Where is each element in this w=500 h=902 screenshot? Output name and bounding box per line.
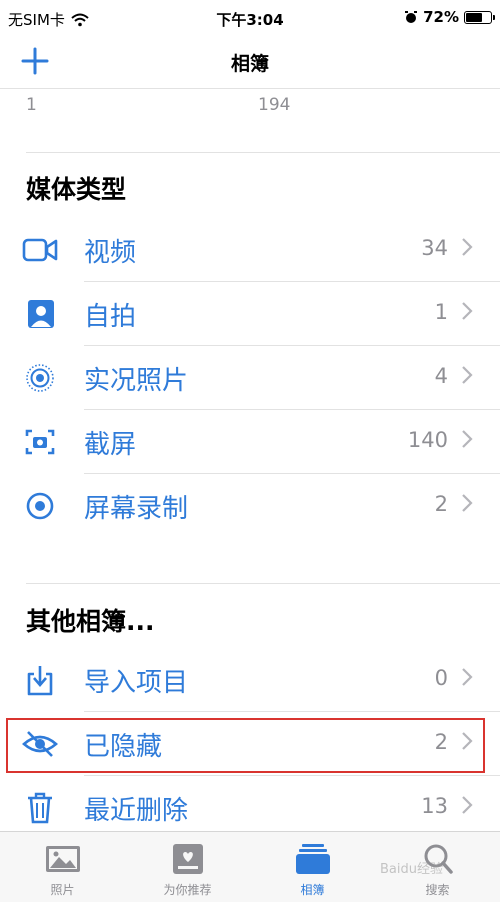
status-right: 72% — [404, 8, 495, 26]
battery-percent: 72% — [423, 8, 459, 26]
section-divider — [26, 583, 500, 584]
chevron-right-icon — [462, 494, 473, 512]
tab-photos[interactable]: 照片 — [0, 832, 125, 902]
battery-icon — [464, 10, 495, 24]
section-divider — [26, 152, 500, 153]
partial-count-right: 194 — [258, 95, 291, 115]
partial-album-row[interactable]: 1 194 — [0, 88, 500, 121]
albums-tab-icon — [296, 844, 330, 874]
screenshot-icon — [25, 429, 55, 455]
album-label: 截屏 — [84, 430, 137, 460]
album-count: 34 — [421, 236, 448, 260]
album-label: 实况照片 — [84, 366, 189, 396]
trash-icon — [28, 792, 52, 824]
album-row-video[interactable]: 视频 34 — [0, 218, 500, 282]
chevron-right-icon — [462, 668, 473, 686]
album-row-imports[interactable]: 导入项目 0 — [0, 648, 500, 712]
status-bar: 无SIM卡 下午3:04 72% — [0, 0, 500, 36]
for-you-tab-icon — [173, 844, 203, 874]
album-label: 最近删除 — [84, 796, 189, 826]
alarm-icon — [405, 11, 418, 23]
media-types-title: 媒体类型 — [26, 175, 127, 204]
album-count: 13 — [421, 794, 448, 818]
video-icon — [22, 238, 58, 262]
album-label: 视频 — [84, 238, 137, 268]
album-label: 自拍 — [84, 302, 137, 332]
chevron-right-icon — [462, 430, 473, 448]
album-count: 140 — [407, 428, 448, 452]
import-icon — [27, 666, 53, 696]
chevron-right-icon — [462, 238, 473, 256]
hidden-album-highlight — [6, 718, 485, 773]
photos-tab-icon — [46, 846, 80, 872]
tab-label: 相簿 — [300, 883, 325, 897]
tab-albums[interactable]: 相簿 — [250, 832, 375, 902]
album-label: 导入项目 — [84, 668, 189, 698]
tab-label: 为你推荐 — [163, 883, 212, 897]
album-count: 4 — [434, 364, 448, 388]
album-row-live-photos[interactable]: 实况照片 4 — [0, 346, 500, 410]
screen-record-icon — [26, 492, 54, 520]
album-row-selfies[interactable]: 自拍 1 — [0, 282, 500, 346]
chevron-right-icon — [462, 366, 473, 384]
album-count: 1 — [434, 300, 448, 324]
page-title: 相簿 — [230, 53, 269, 75]
album-count: 2 — [434, 492, 448, 516]
live-photo-icon — [26, 364, 54, 392]
album-row-screenshots[interactable]: 截屏 140 — [0, 410, 500, 474]
tab-label: 照片 — [50, 883, 75, 897]
album-label: 屏幕录制 — [84, 494, 189, 524]
nav-bar: 相簿 — [0, 36, 500, 88]
chevron-right-icon — [462, 302, 473, 320]
portrait-icon — [28, 300, 54, 328]
partial-count-left: 1 — [26, 95, 37, 115]
chevron-right-icon — [462, 796, 473, 814]
album-count: 0 — [434, 666, 448, 690]
battery-level — [466, 12, 482, 22]
tab-label: 搜索 — [425, 883, 450, 897]
album-row-screen-recordings[interactable]: 屏幕录制 2 — [0, 474, 500, 538]
other-albums-title: 其他相簿... — [26, 607, 155, 636]
watermark: Baidu经验 — [380, 862, 443, 877]
tab-for-you[interactable]: 为你推荐 — [125, 832, 250, 902]
